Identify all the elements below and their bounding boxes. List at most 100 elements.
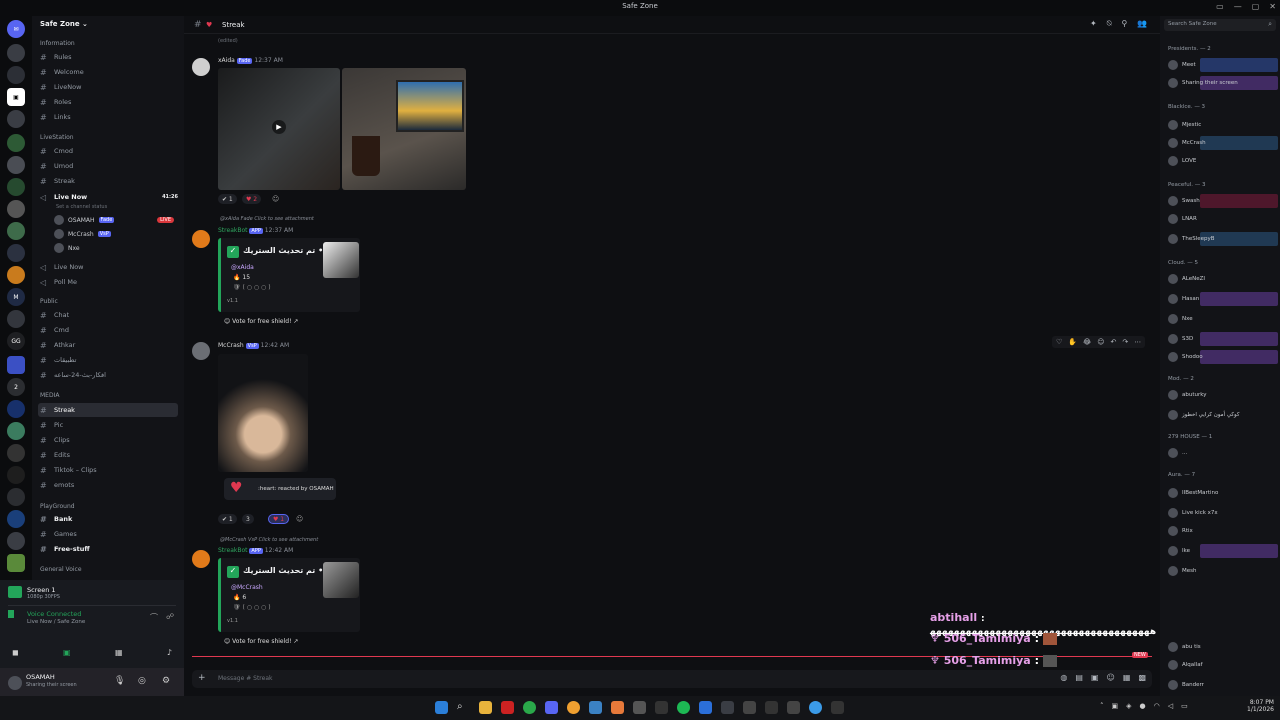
server-icon[interactable] <box>7 400 25 418</box>
battery-icon[interactable]: ▭ <box>1181 702 1188 710</box>
channel-category[interactable]: Public <box>40 298 58 305</box>
server-icon[interactable] <box>7 310 25 328</box>
add-reaction-icon[interactable]: ☺ <box>296 515 303 523</box>
app-icon[interactable] <box>589 701 602 714</box>
text-channel[interactable]: # Roles <box>38 95 178 109</box>
reply-icon[interactable]: ↶ <box>1111 338 1117 346</box>
server-icon[interactable] <box>7 444 25 462</box>
server-icon[interactable] <box>7 488 25 506</box>
text-channel[interactable]: # Tiktok – Clips <box>38 463 178 477</box>
voice-status[interactable]: Voice Connected <box>27 610 81 618</box>
more-icon[interactable]: ⋯ <box>1134 338 1141 346</box>
member-item[interactable]: abu tis <box>1168 640 1278 654</box>
app-icon[interactable] <box>567 701 580 714</box>
text-channel[interactable]: # Games <box>38 527 178 541</box>
camera-icon[interactable]: ◼ <box>12 648 19 657</box>
member-item[interactable]: McCrash <box>1168 136 1278 150</box>
server-icon[interactable] <box>7 178 25 196</box>
headset-icon[interactable]: ◎ <box>138 676 146 686</box>
server-icon[interactable] <box>7 66 25 84</box>
message-author[interactable]: StreakBot APP 12:37 AM <box>218 227 293 234</box>
app-icon[interactable] <box>787 701 800 714</box>
server-icon[interactable]: 2 <box>7 378 25 396</box>
pin-icon[interactable]: ⚲ <box>1122 19 1128 29</box>
search-input[interactable]: Search Safe Zone <box>1168 21 1217 27</box>
inbox-icon[interactable]: ▭ <box>1216 2 1224 11</box>
settings-gear-icon[interactable]: ⚙ <box>162 676 170 686</box>
member-item[interactable]: Shodoo <box>1168 350 1278 364</box>
member-item[interactable]: ALeNeZI <box>1168 272 1278 286</box>
server-icon[interactable] <box>7 156 25 174</box>
server-icon[interactable] <box>7 510 25 528</box>
server-icon[interactable] <box>7 422 25 440</box>
server-name[interactable]: Safe Zone ⌄ <box>32 16 184 34</box>
spotify-icon[interactable] <box>677 701 690 714</box>
server-icon[interactable] <box>7 466 25 484</box>
sticker-icon[interactable]: ▣ <box>1091 673 1099 682</box>
server-icon[interactable] <box>7 244 25 262</box>
text-channel[interactable]: # تطبيقات <box>38 353 178 367</box>
app-icon[interactable] <box>831 701 844 714</box>
discord-icon[interactable] <box>545 701 558 714</box>
reaction-heart[interactable]: ♥ 1 <box>268 514 290 524</box>
channel-category[interactable]: Information <box>40 40 75 47</box>
member-item[interactable]: LNAR <box>1168 212 1278 226</box>
text-channel[interactable]: # Streak <box>38 174 178 188</box>
message-composer[interactable]: + Message # Streak ◍ ▤ ▣ ☺ ▦ ▩ <box>192 670 1152 688</box>
voice-channel[interactable]: ◁ Live Now <box>38 260 178 274</box>
add-attachment-icon[interactable]: + <box>198 673 206 683</box>
member-item[interactable]: كوكي أمون كرايي اخطوز <box>1168 408 1278 422</box>
member-item[interactable]: Mesh <box>1168 564 1278 578</box>
avatar[interactable] <box>8 676 22 690</box>
message-author[interactable]: McCrash VsP 12:42 AM <box>218 342 289 349</box>
tray-icon[interactable]: ● <box>1140 702 1146 710</box>
react-heart-icon[interactable]: ♡ <box>1056 338 1062 346</box>
message-author[interactable]: xAida Fade 12:37 AM <box>218 57 283 64</box>
vote-button[interactable]: 😊 Vote for free shield! ↗ <box>224 638 298 645</box>
text-channel[interactable]: # Cmd <box>38 323 178 337</box>
soundboard-icon[interactable]: ▩ <box>1138 673 1146 682</box>
chevron-up-icon[interactable]: ˄ <box>1100 702 1104 710</box>
member-item[interactable]: Alqallaf <box>1168 658 1278 672</box>
member-item[interactable]: Banderr <box>1168 678 1278 692</box>
server-icon[interactable]: M <box>7 288 25 306</box>
soundboard-icon[interactable]: ♪ <box>167 648 172 657</box>
chrome-icon[interactable] <box>523 701 536 714</box>
reaction-heart[interactable]: ♥ 2 <box>242 194 262 204</box>
notification-bell-icon[interactable]: ⍉ <box>1107 19 1112 29</box>
members-icon[interactable]: 👥 <box>1137 19 1147 29</box>
close-icon[interactable]: ✕ <box>1269 2 1276 11</box>
text-channel[interactable]: # Chat <box>38 308 178 322</box>
member-item[interactable]: Swash <box>1168 194 1278 208</box>
gif-icon[interactable]: ▤ <box>1075 673 1083 682</box>
reply-preview[interactable]: @McCrash VsP Click to see attachment <box>220 537 318 543</box>
server-icon[interactable] <box>7 266 25 284</box>
app-icon[interactable] <box>501 701 514 714</box>
wifi-icon[interactable]: ◠ <box>1154 702 1160 710</box>
user-mention[interactable]: @xAida <box>231 264 254 271</box>
voice-user[interactable]: Nxe <box>54 242 174 254</box>
video-attachment[interactable]: ▶ <box>218 68 340 190</box>
react-icon[interactable]: ✋ <box>1068 338 1077 346</box>
text-channel[interactable]: # Rules <box>38 50 178 64</box>
monkey-image[interactable] <box>218 354 308 472</box>
app-icon[interactable] <box>611 701 624 714</box>
app-icon[interactable] <box>721 701 734 714</box>
text-channel[interactable]: # Free-stuff <box>38 542 178 556</box>
member-item[interactable]: Live kick x7x <box>1168 506 1278 520</box>
folder-icon[interactable] <box>7 356 25 374</box>
text-channel[interactable]: # Athkar <box>38 338 178 352</box>
server-icon[interactable]: GG <box>7 332 25 350</box>
add-reaction-icon[interactable]: ☺ <box>1097 338 1104 346</box>
search-icon[interactable]: ⌕ <box>457 701 470 714</box>
disconnect-icon[interactable]: ⌒ <box>150 612 158 623</box>
noise-icon[interactable]: ☍ <box>166 612 174 621</box>
channel-category[interactable]: LiveStation <box>40 134 74 141</box>
server-icon[interactable] <box>7 44 25 62</box>
server-icon[interactable] <box>7 554 25 572</box>
bot-avatar[interactable] <box>192 550 210 568</box>
server-icon[interactable] <box>7 110 25 128</box>
text-channel[interactable]: # Welcome <box>38 65 178 79</box>
member-item[interactable]: Ike <box>1168 544 1278 558</box>
member-item[interactable]: Meet <box>1168 58 1278 72</box>
